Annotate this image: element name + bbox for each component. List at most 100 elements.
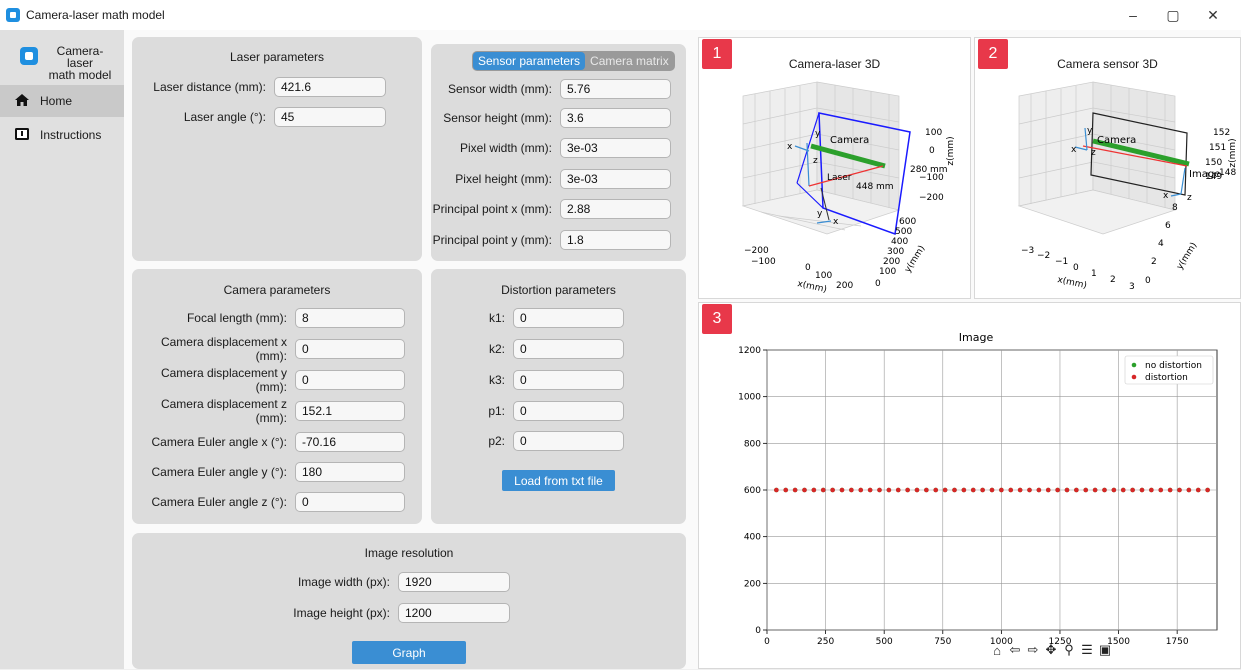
x-tick: −1 <box>1055 257 1068 267</box>
close-button[interactable]: ✕ <box>1193 0 1233 30</box>
window-title: Camera-laser math model <box>26 8 165 22</box>
laser-angle-input[interactable] <box>274 107 386 127</box>
principal-point-y-label: Principal point y (mm): <box>432 233 552 247</box>
camera-displacement-z-input[interactable] <box>295 401 405 421</box>
z-axis-label: z(mm) <box>1228 138 1238 167</box>
camera-euler-y-input[interactable] <box>295 462 405 482</box>
y-tick: 6 <box>1165 221 1171 231</box>
k2-input[interactable] <box>513 339 624 359</box>
y-tick-label: 400 <box>744 533 761 543</box>
camera-x-label: x <box>1071 145 1077 155</box>
laser-angle-label: Laser angle (°): <box>183 110 266 124</box>
camera-euler-z-input[interactable] <box>295 492 405 512</box>
graph-button[interactable]: Graph <box>352 641 466 664</box>
x-tick: 0 <box>1073 263 1079 273</box>
data-point-distortion <box>849 487 854 493</box>
data-point-distortion <box>942 487 948 493</box>
laser-x-label: x <box>833 217 839 227</box>
sidebar-item-instructions[interactable]: Instructions <box>0 119 124 151</box>
data-point-distortion <box>802 487 807 493</box>
legend-label: distortion <box>1145 373 1188 383</box>
focal-length-label: Focal length (mm): <box>186 311 287 325</box>
info-screen-icon <box>14 127 34 144</box>
data-point-distortion <box>989 487 995 493</box>
data-point-distortion <box>792 487 798 493</box>
data-point-distortion <box>867 487 873 493</box>
sensor-height-input[interactable] <box>560 108 671 128</box>
y-tick: 100 <box>879 267 896 277</box>
camera-sensor-3d-axes: Camera Image x y z x z 152 151 150 149 1… <box>1017 81 1238 292</box>
data-point-distortion <box>1139 487 1145 493</box>
home-icon[interactable]: ⌂ <box>989 642 1005 658</box>
camera-euler-y-label: Camera Euler angle y (°): <box>151 465 287 479</box>
z-tick: 0 <box>929 146 935 156</box>
k1-label: k1: <box>488 311 505 325</box>
image-height-input[interactable] <box>398 603 510 623</box>
back-icon[interactable]: ⇦ <box>1007 642 1023 658</box>
z-tick: −100 <box>919 173 944 183</box>
k2-label: k2: <box>488 342 505 356</box>
x-axis-label: x(mm) <box>1056 275 1087 291</box>
plot-toolbar: ⌂ ⇦ ⇨ ✥ ⚲ ☰ ▣ <box>989 642 1113 658</box>
panel-title: Distortion parameters <box>501 283 616 297</box>
camera-displacement-z-label: Camera displacement z (mm): <box>160 397 287 425</box>
x-tick-label: 1750 <box>1166 637 1189 647</box>
p2-input[interactable] <box>513 431 624 451</box>
y-tick: 300 <box>887 247 904 257</box>
sensor-width-input[interactable] <box>560 79 671 99</box>
camera-displacement-y-input[interactable] <box>295 370 405 390</box>
zoom-icon[interactable]: ⚲ <box>1061 642 1077 658</box>
data-point-distortion <box>961 487 967 493</box>
data-point-distortion <box>1045 487 1051 493</box>
home-icon <box>14 93 34 110</box>
configure-icon[interactable]: ☰ <box>1079 642 1095 658</box>
data-point-distortion <box>1195 487 1201 493</box>
panel-title: Laser parameters <box>229 50 325 64</box>
camera-displacement-y-label: Camera displacement y (mm): <box>160 366 287 394</box>
pixel-height-label: Pixel height (mm): <box>455 172 552 186</box>
tab-sensor-parameters[interactable]: Sensor parameters <box>473 52 586 70</box>
z-tick: 151 <box>1209 143 1226 153</box>
camera-displacement-x-input[interactable] <box>295 339 405 359</box>
pixel-height-input[interactable] <box>560 169 671 189</box>
x-tick-label: 0 <box>764 637 770 647</box>
image-z-label: z <box>1187 193 1192 203</box>
x-tick-label: 500 <box>876 637 893 647</box>
y-tick: 4 <box>1158 239 1164 249</box>
k3-input[interactable] <box>513 370 624 390</box>
minimize-button[interactable]: – <box>1113 0 1153 30</box>
image-width-input[interactable] <box>398 572 510 592</box>
x-tick: 3 <box>1129 282 1135 292</box>
focal-length-input[interactable] <box>295 308 405 328</box>
z-axis-label: z(mm) <box>946 136 956 165</box>
save-icon[interactable]: ▣ <box>1097 642 1113 658</box>
camera-euler-x-input[interactable] <box>295 432 405 452</box>
laser-distance-input[interactable] <box>274 77 386 97</box>
image-height-label: Image height (px): <box>293 606 390 620</box>
principal-point-x-input[interactable] <box>560 199 671 219</box>
y-axis-label: y(mm) <box>1175 241 1199 272</box>
forward-icon[interactable]: ⇨ <box>1025 642 1041 658</box>
pan-icon[interactable]: ✥ <box>1043 642 1059 658</box>
z-tick: −200 <box>919 193 944 203</box>
sidebar-item-home[interactable]: Home <box>0 85 124 117</box>
maximize-button[interactable]: ▢ <box>1153 0 1193 30</box>
sidebar-logo: Camera-laser math model <box>20 45 114 81</box>
data-point-distortion <box>970 487 976 493</box>
logo-text: Camera-laser math model <box>48 44 112 82</box>
data-point-distortion <box>1102 487 1107 493</box>
tab-camera-matrix[interactable]: Camera matrix <box>585 52 674 70</box>
k1-input[interactable] <box>513 308 624 328</box>
data-point-distortion <box>783 487 789 493</box>
load-from-txt-button[interactable]: Load from txt file <box>502 470 615 491</box>
pixel-width-input[interactable] <box>560 138 671 158</box>
data-point-distortion <box>924 487 929 493</box>
p1-input[interactable] <box>513 401 624 421</box>
data-point-distortion <box>1158 487 1164 493</box>
data-point-distortion <box>999 487 1004 493</box>
x-tick: −100 <box>751 257 776 267</box>
principal-point-y-input[interactable] <box>560 230 671 250</box>
camera-x-label: x <box>787 142 793 152</box>
legend-marker <box>1131 374 1137 380</box>
data-point-distortion <box>1074 487 1079 493</box>
